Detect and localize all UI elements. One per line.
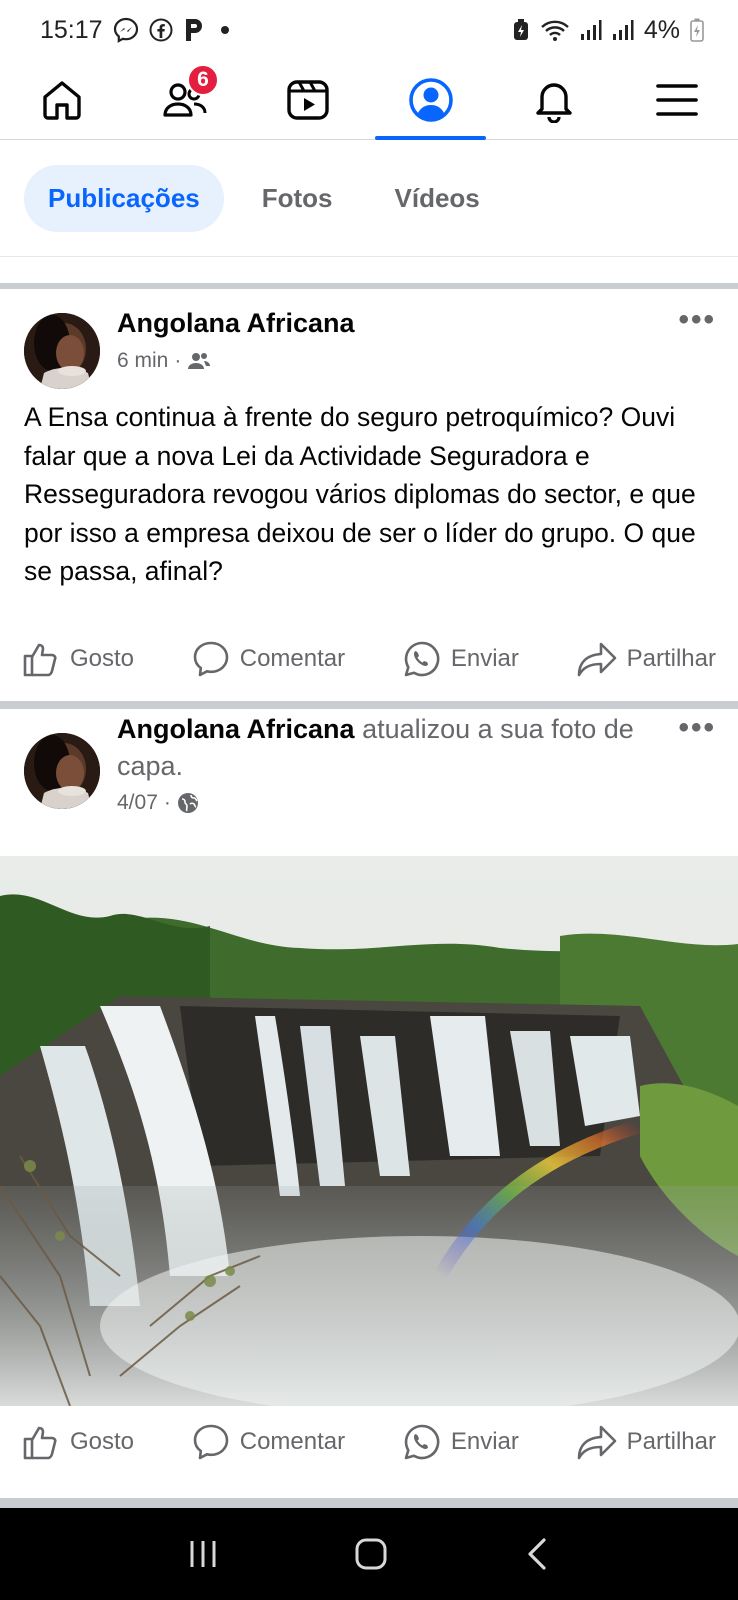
post-header: Angolana Africana — [117, 305, 355, 342]
post-divider — [0, 1498, 738, 1508]
like-label: Gosto — [70, 645, 135, 672]
tab-fotos[interactable]: Fotos — [238, 165, 357, 232]
share-icon — [577, 1425, 616, 1460]
post-text: A Ensa continua à frente do seguro petro… — [24, 402, 696, 586]
avatar[interactable] — [24, 313, 100, 389]
system-navigation-bar — [0, 1508, 738, 1600]
wifi-icon — [541, 20, 569, 41]
post-time[interactable]: 4/07 — [117, 791, 158, 815]
status-time: 15:17 — [40, 15, 103, 44]
author-name[interactable]: Angolana Africana — [117, 308, 355, 338]
p-app-icon — [185, 19, 202, 41]
facebook-icon — [149, 18, 173, 42]
like-label: Gosto — [70, 1428, 135, 1455]
battery-icon — [690, 18, 704, 42]
post-meta: 6 min · — [117, 349, 211, 373]
post-actions: Gosto Comentar Enviar Partilhar — [0, 626, 738, 692]
signal-icon — [580, 20, 602, 40]
globe-icon — [177, 793, 198, 813]
like-button[interactable]: Gosto — [22, 1423, 134, 1461]
share-label: Partilhar — [626, 645, 716, 672]
comment-icon — [193, 1424, 229, 1460]
profile-icon — [408, 77, 453, 122]
post-divider — [0, 701, 738, 709]
author-name[interactable]: Angolana Africana — [117, 714, 355, 744]
back-icon[interactable] — [522, 1537, 552, 1571]
profile-tabs: Publicações Fotos Vídeos — [0, 140, 738, 257]
share-button[interactable]: Partilhar — [577, 1423, 716, 1461]
comment-button[interactable]: Comentar — [192, 1423, 345, 1461]
home-button-icon[interactable] — [353, 1536, 389, 1572]
send-label: Enviar — [450, 1428, 519, 1455]
bell-icon — [535, 82, 572, 123]
share-button[interactable]: Partilhar — [577, 640, 716, 678]
whatsapp-icon — [404, 1424, 440, 1460]
nav-notifications[interactable] — [492, 60, 615, 139]
comment-label: Comentar — [239, 645, 346, 672]
thumbs-up-icon — [23, 1426, 57, 1460]
whatsapp-icon — [404, 641, 440, 677]
nav-video[interactable] — [246, 60, 369, 139]
recents-icon[interactable] — [186, 1537, 220, 1571]
dot-icon — [220, 26, 229, 34]
nav-menu[interactable] — [615, 60, 738, 139]
post-card: Angolana Africana atualizou a sua foto d… — [0, 709, 738, 1498]
menu-icon — [655, 83, 698, 116]
meta-separator: · — [174, 349, 182, 372]
messenger-icon — [113, 17, 138, 43]
nav-friends[interactable]: 6 — [123, 60, 246, 139]
avatar[interactable] — [24, 733, 100, 809]
comment-label: Comentar — [239, 1428, 346, 1455]
send-label: Enviar — [450, 645, 519, 672]
comment-button[interactable]: Comentar — [192, 640, 345, 678]
top-navigation: 6 — [0, 60, 738, 140]
post-meta: 4/07 · — [117, 791, 199, 815]
share-icon — [577, 642, 616, 677]
battery-percent: 4% — [643, 15, 680, 44]
status-bar: 15:17 4% — [0, 0, 738, 60]
cover-photo[interactable] — [0, 856, 738, 1406]
like-button[interactable]: Gosto — [22, 640, 134, 678]
video-icon — [286, 79, 329, 120]
comment-icon — [193, 641, 229, 677]
share-label: Partilhar — [626, 1428, 716, 1455]
tab-videos[interactable]: Vídeos — [371, 165, 504, 232]
friends-audience-icon — [188, 353, 211, 369]
notification-badge: 6 — [187, 64, 219, 96]
send-button[interactable]: Enviar — [403, 640, 519, 678]
send-button[interactable]: Enviar — [403, 1423, 519, 1461]
tab-publicacoes[interactable]: Publicações — [24, 164, 224, 232]
post-actions: Gosto Comentar Enviar Partilhar — [0, 1409, 738, 1475]
nav-home[interactable] — [0, 60, 123, 139]
thumbs-up-icon — [23, 643, 57, 677]
more-options-button[interactable]: ••• — [678, 303, 716, 337]
post-time[interactable]: 6 min — [117, 349, 168, 373]
nav-profile[interactable] — [369, 60, 492, 140]
home-icon — [42, 80, 81, 120]
post-card: Angolana Africana 6 min · ••• A Ensa con… — [0, 289, 738, 701]
more-options-button[interactable]: ••• — [678, 711, 716, 745]
battery-saver-icon — [513, 19, 528, 40]
meta-separator: · — [163, 791, 171, 814]
signal-icon — [612, 20, 634, 40]
post-header: Angolana Africana atualizou a sua foto d… — [117, 711, 677, 785]
